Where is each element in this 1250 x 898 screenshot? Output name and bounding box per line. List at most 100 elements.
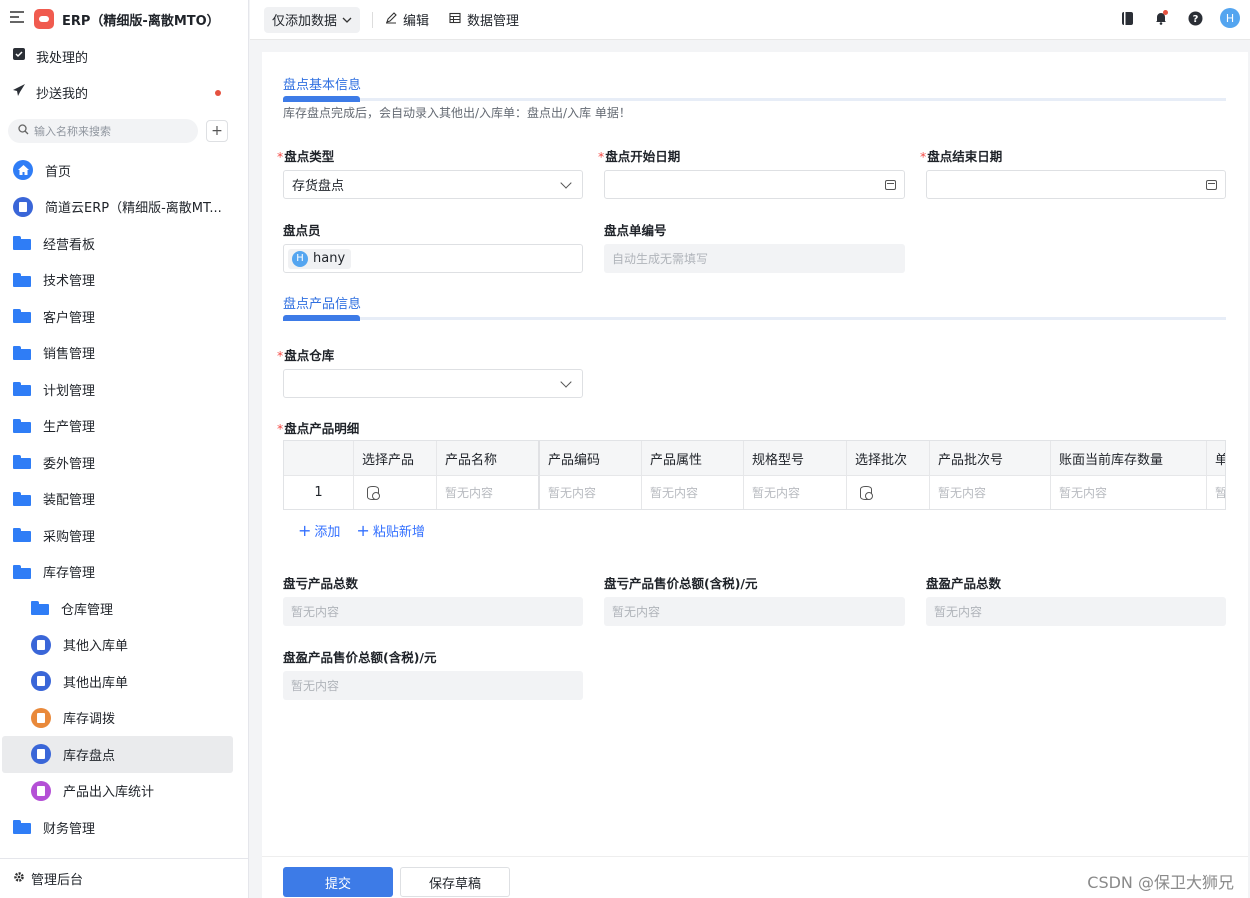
sidebar-item-cc[interactable]: 抄送我的: [0, 74, 248, 110]
sidebar: ERP（精细版-离散MTO） 我处理的 抄送我的 + 首页: [0, 0, 249, 898]
search-icon: [18, 123, 29, 139]
form-panel: 盘点基本信息 库存盘点完成后，会自动录入其他出/入库单：盘点出/入库 单据！ *…: [262, 52, 1248, 856]
add-app-button[interactable]: +: [206, 120, 228, 142]
plus-icon: +: [298, 521, 312, 540]
sidebar-item-assembly[interactable]: 装配管理: [0, 481, 248, 518]
gear-icon: [13, 871, 25, 887]
stocktake-number-placeholder: 自动生成无需填写: [612, 252, 709, 266]
gain-count-readonly: 暂无内容: [926, 597, 1226, 626]
sidebar-item-sales[interactable]: 销售管理: [0, 335, 248, 372]
col-book-stock-qty: 账面当前库存数量: [1051, 441, 1207, 475]
toolbar-divider: [372, 11, 374, 28]
sidebar-item-transfer[interactable]: 库存调拨: [0, 700, 248, 737]
sidebar-item-label: 首页: [45, 164, 72, 180]
sidebar-item-finance[interactable]: 财务管理: [0, 809, 248, 846]
folder-icon: [13, 236, 31, 251]
sidebar-item-tech[interactable]: 技术管理: [0, 262, 248, 299]
toolbar-right: ? H: [1118, 8, 1240, 28]
sidebar-item-label: 库存管理: [43, 566, 96, 582]
section-hint: 库存盘点完成后，会自动录入其他出/入库单：盘点出/入库 单据！: [283, 106, 631, 120]
col-truncated: 单: [1207, 441, 1225, 475]
app-logo: [34, 9, 54, 29]
table-row: 1 暂无内容 暂无内容 暂无内容 暂无内容 暂无内容 暂无内容 暂: [284, 475, 1225, 509]
top-toolbar: 仅添加数据 编辑 数据管理 ? H: [250, 0, 1250, 40]
sidebar-item-label: 产品出入库统计: [63, 785, 155, 801]
add-row-label: 添加: [314, 525, 341, 540]
select-product-button[interactable]: [354, 475, 437, 509]
sidebar-item-other-outbound[interactable]: 其他出库单: [0, 663, 248, 700]
clerk-member-picker[interactable]: H hany: [283, 244, 583, 273]
folder-icon: [31, 601, 49, 616]
gain-count-field: 盘盈产品总数 暂无内容: [926, 573, 1226, 626]
folder-icon: [13, 345, 31, 360]
warehouse-select[interactable]: [283, 369, 583, 398]
sidebar-item-erp-app[interactable]: 简道云ERP（精细版-离散MT...: [0, 189, 248, 226]
inbox-check-icon: [12, 47, 26, 65]
watermark: CSDN @保卫大狮兄: [1087, 873, 1234, 892]
sidebar-header: ERP（精细版-离散MTO）: [0, 0, 248, 38]
save-draft-button[interactable]: 保存草稿: [400, 867, 510, 897]
sidebar-item-io-stats[interactable]: 产品出入库统计: [0, 773, 248, 810]
detail-label-field: *盘点产品明细: [277, 418, 360, 442]
section-divider: [283, 315, 1226, 321]
bell-icon[interactable]: [1152, 9, 1170, 27]
user-avatar[interactable]: H: [1220, 8, 1240, 28]
loss-count-readonly: 暂无内容: [283, 597, 583, 626]
clerk-tag[interactable]: H hany: [288, 248, 352, 269]
section-divider: [283, 96, 1226, 102]
chevron-down-icon: [342, 12, 352, 27]
sidebar-item-label: 技术管理: [43, 274, 96, 290]
select-batch-button[interactable]: [847, 475, 930, 509]
gain-count-label: 盘盈产品总数: [926, 576, 1002, 591]
sidebar-item-label: 经营看板: [43, 237, 96, 253]
svg-text:?: ?: [1192, 14, 1198, 25]
sidebar-item-label: 简道云ERP（精细版-离散MT...: [45, 201, 222, 217]
gain-count-value: 暂无内容: [934, 605, 983, 619]
chevron-down-icon: [560, 375, 572, 388]
warehouse-field: *盘点仓库: [277, 345, 583, 398]
admin-backend-link[interactable]: 管理后台: [0, 858, 248, 898]
loss-count-label: 盘亏产品总数: [283, 576, 359, 591]
end-date-picker[interactable]: [926, 170, 1226, 199]
paste-add-button[interactable]: + 粘贴新增: [356, 521, 424, 540]
loss-count-value: 暂无内容: [291, 605, 340, 619]
sidebar-item-label: 财务管理: [43, 821, 96, 837]
row-index: 1: [284, 475, 354, 509]
sidebar-item-customer[interactable]: 客户管理: [0, 298, 248, 335]
start-date-picker[interactable]: [604, 170, 905, 199]
sidebar-item-label: 库存盘点: [63, 748, 116, 764]
sidebar-item-dashboard[interactable]: 经营看板: [0, 225, 248, 262]
plus-icon: +: [356, 521, 370, 540]
hamburger-menu-icon[interactable]: [10, 11, 26, 27]
add-row-button[interactable]: + 添加: [298, 521, 340, 540]
sidebar-item-home[interactable]: 首页: [0, 152, 248, 189]
sidebar-item-plan[interactable]: 计划管理: [0, 371, 248, 408]
cell-truncated: 暂: [1207, 475, 1225, 509]
sidebar-item-label: 抄送我的: [36, 86, 89, 102]
data-manage-button[interactable]: 数据管理: [449, 10, 519, 29]
submit-button[interactable]: 提交: [283, 867, 393, 897]
sidebar-item-outsource[interactable]: 委外管理: [0, 444, 248, 481]
search-input[interactable]: [34, 124, 184, 138]
home-icon: [13, 160, 33, 181]
stocktake-type-field: *盘点类型 存货盘点: [277, 146, 583, 199]
col-batch-number: 产品批次号: [930, 441, 1051, 475]
sidebar-item-purchase[interactable]: 采购管理: [0, 517, 248, 554]
sidebar-item-production[interactable]: 生产管理: [0, 408, 248, 445]
table-actions: + 添加 + 粘贴新增: [298, 521, 425, 540]
sidebar-item-inventory[interactable]: 库存管理: [0, 554, 248, 591]
notebook-icon[interactable]: [1118, 9, 1136, 27]
mode-dropdown[interactable]: 仅添加数据: [264, 6, 361, 33]
sidebar-item-warehouse[interactable]: 仓库管理: [0, 590, 248, 627]
help-icon[interactable]: ?: [1186, 9, 1204, 27]
edit-button[interactable]: 编辑: [385, 10, 429, 29]
sidebar-item-processed[interactable]: 我处理的: [0, 38, 248, 74]
stocktake-type-select[interactable]: 存货盘点: [283, 170, 583, 199]
detail-label: 盘点产品明细: [284, 421, 360, 436]
folder-icon: [13, 272, 31, 287]
sidebar-item-stocktake[interactable]: 库存盘点: [2, 736, 233, 773]
sidebar-item-label: 客户管理: [43, 310, 96, 326]
sidebar-item-other-inbound[interactable]: 其他入库单: [0, 627, 248, 664]
col-index: [284, 441, 354, 475]
gain-amount-label: 盘盈产品售价总额(含税)/元: [283, 650, 437, 665]
